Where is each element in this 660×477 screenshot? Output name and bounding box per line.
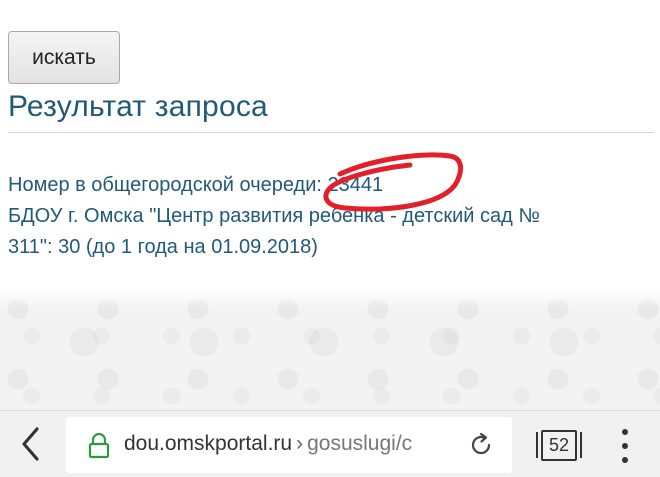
url-path: gosuslugi/c	[307, 432, 413, 455]
kindergarten-line: БДОУ г. Омска "Центр развития ребенка - …	[8, 205, 540, 227]
browser-toolbar: dou.omskportal.ru › gosuslugi/c 52	[0, 410, 660, 477]
result-text: Номер в общегородской очереди: 23441 БДО…	[8, 170, 653, 263]
menu-button[interactable]	[610, 429, 640, 463]
lock-icon	[88, 433, 110, 459]
back-button[interactable]	[6, 419, 56, 469]
more-vert-icon	[622, 429, 628, 435]
url-host: dou.omskportal.ru	[124, 432, 293, 455]
tabs-icon-right	[580, 432, 582, 458]
queue-number-line: Номер в общегородской очереди: 23441	[8, 174, 384, 196]
tab-count: 52	[541, 429, 577, 461]
page-content: искать Результат запроса Номер в общегор…	[0, 0, 660, 288]
search-button[interactable]: искать	[8, 31, 120, 84]
result-title: Результат запроса	[8, 90, 268, 123]
title-divider	[8, 132, 654, 133]
more-vert-icon-dot	[622, 443, 628, 449]
url-separator: ›	[296, 432, 304, 455]
pattern-fade	[0, 288, 660, 308]
tabs-icon	[536, 432, 538, 458]
chevron-left-icon	[22, 427, 39, 461]
reload-icon[interactable]	[466, 430, 496, 460]
more-vert-icon-dot	[622, 457, 628, 463]
position-line: 311": 30 (до 1 года на 01.09.2018)	[8, 236, 318, 258]
url-fade	[421, 425, 466, 465]
url-text: dou.omskportal.ru › gosuslugi/c	[124, 432, 454, 456]
tabs-button[interactable]: 52	[533, 428, 585, 462]
address-bar[interactable]: dou.omskportal.ru › gosuslugi/c	[66, 417, 512, 473]
